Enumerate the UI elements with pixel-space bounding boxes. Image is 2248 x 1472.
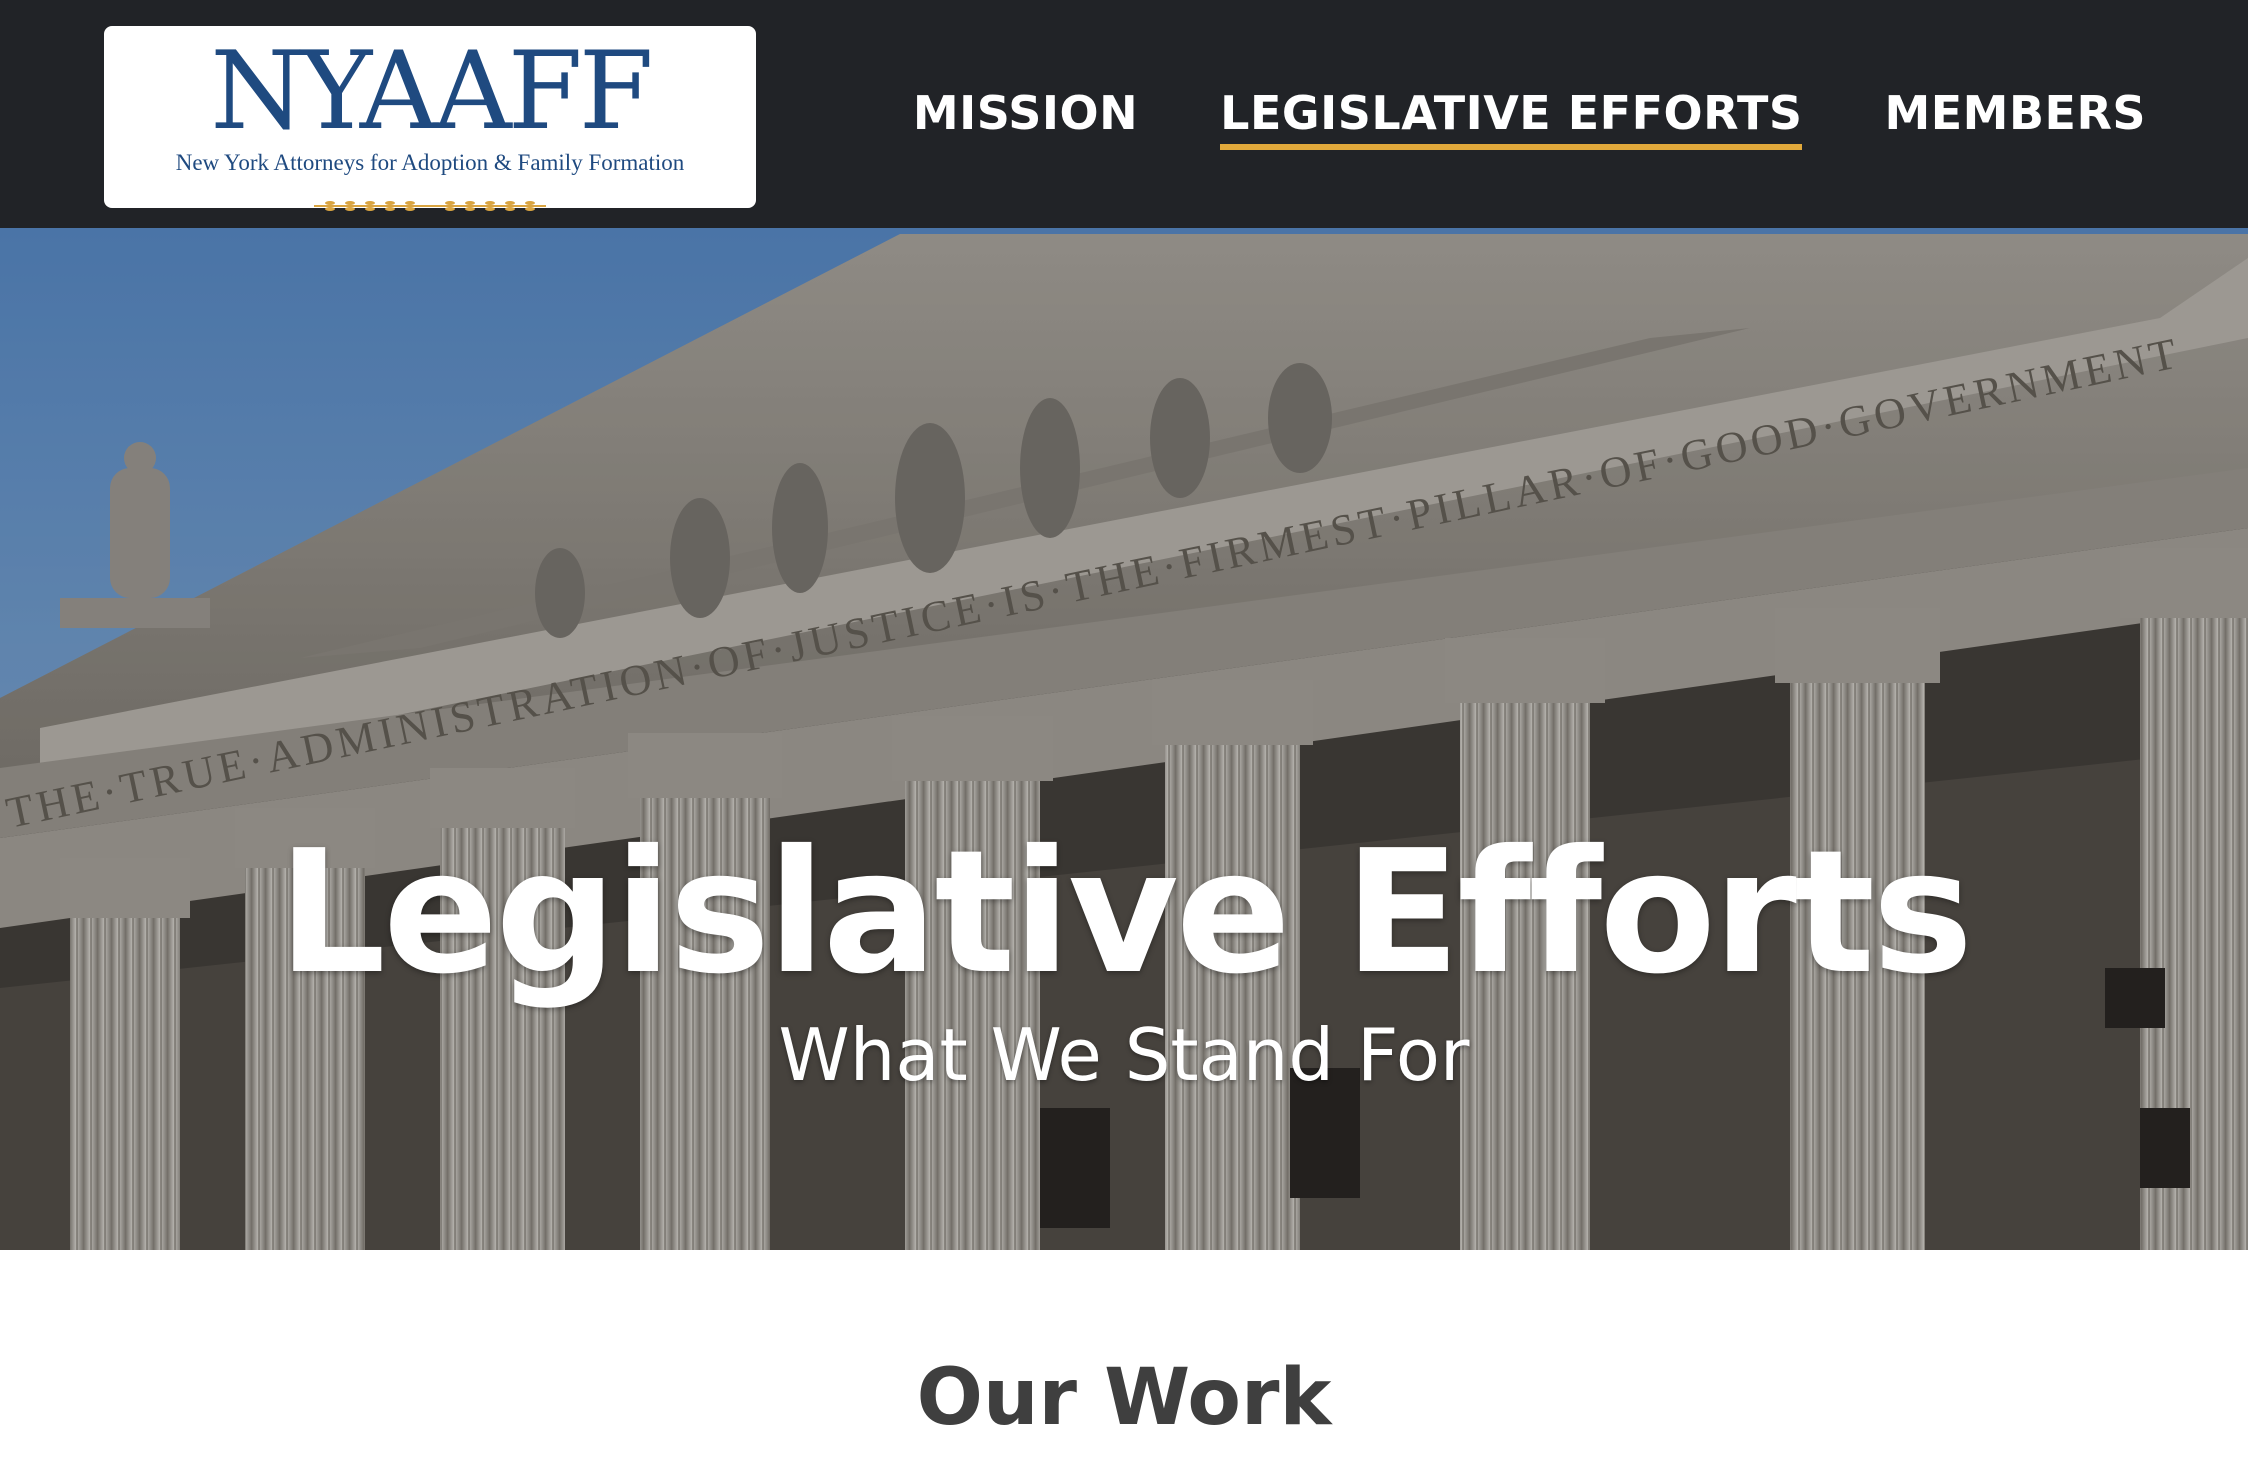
page-title: Legislative Efforts <box>277 814 1974 1012</box>
main-nav: MISSION LEGISLATIVE EFFORTS MEMBERS <box>913 78 2146 150</box>
nav-item-members[interactable]: MEMBERS <box>1884 78 2146 148</box>
logo-tagline: New York Attorneys for Adoption & Family… <box>175 150 685 175</box>
wheat-flourish-icon <box>314 201 546 211</box>
site-logo[interactable]: NYAAFF New York Attorneys for Adoption &… <box>104 26 756 211</box>
site-header: NYAAFF New York Attorneys for Adoption &… <box>0 0 2248 228</box>
logo-wordmark: NYAAFF <box>210 29 653 154</box>
nav-item-mission[interactable]: MISSION <box>913 78 1138 148</box>
page: NYAAFF New York Attorneys for Adoption &… <box>0 0 2248 1472</box>
section-title: Our Work <box>916 1353 1332 1443</box>
hero-banner: THE·TRUE·ADMINISTRATION·OF·JUSTICE·IS·TH… <box>0 228 2248 1250</box>
nav-item-legislative-efforts[interactable]: LEGISLATIVE EFFORTS <box>1220 78 1803 150</box>
page-subtitle: What We Stand For <box>778 1013 1470 1097</box>
